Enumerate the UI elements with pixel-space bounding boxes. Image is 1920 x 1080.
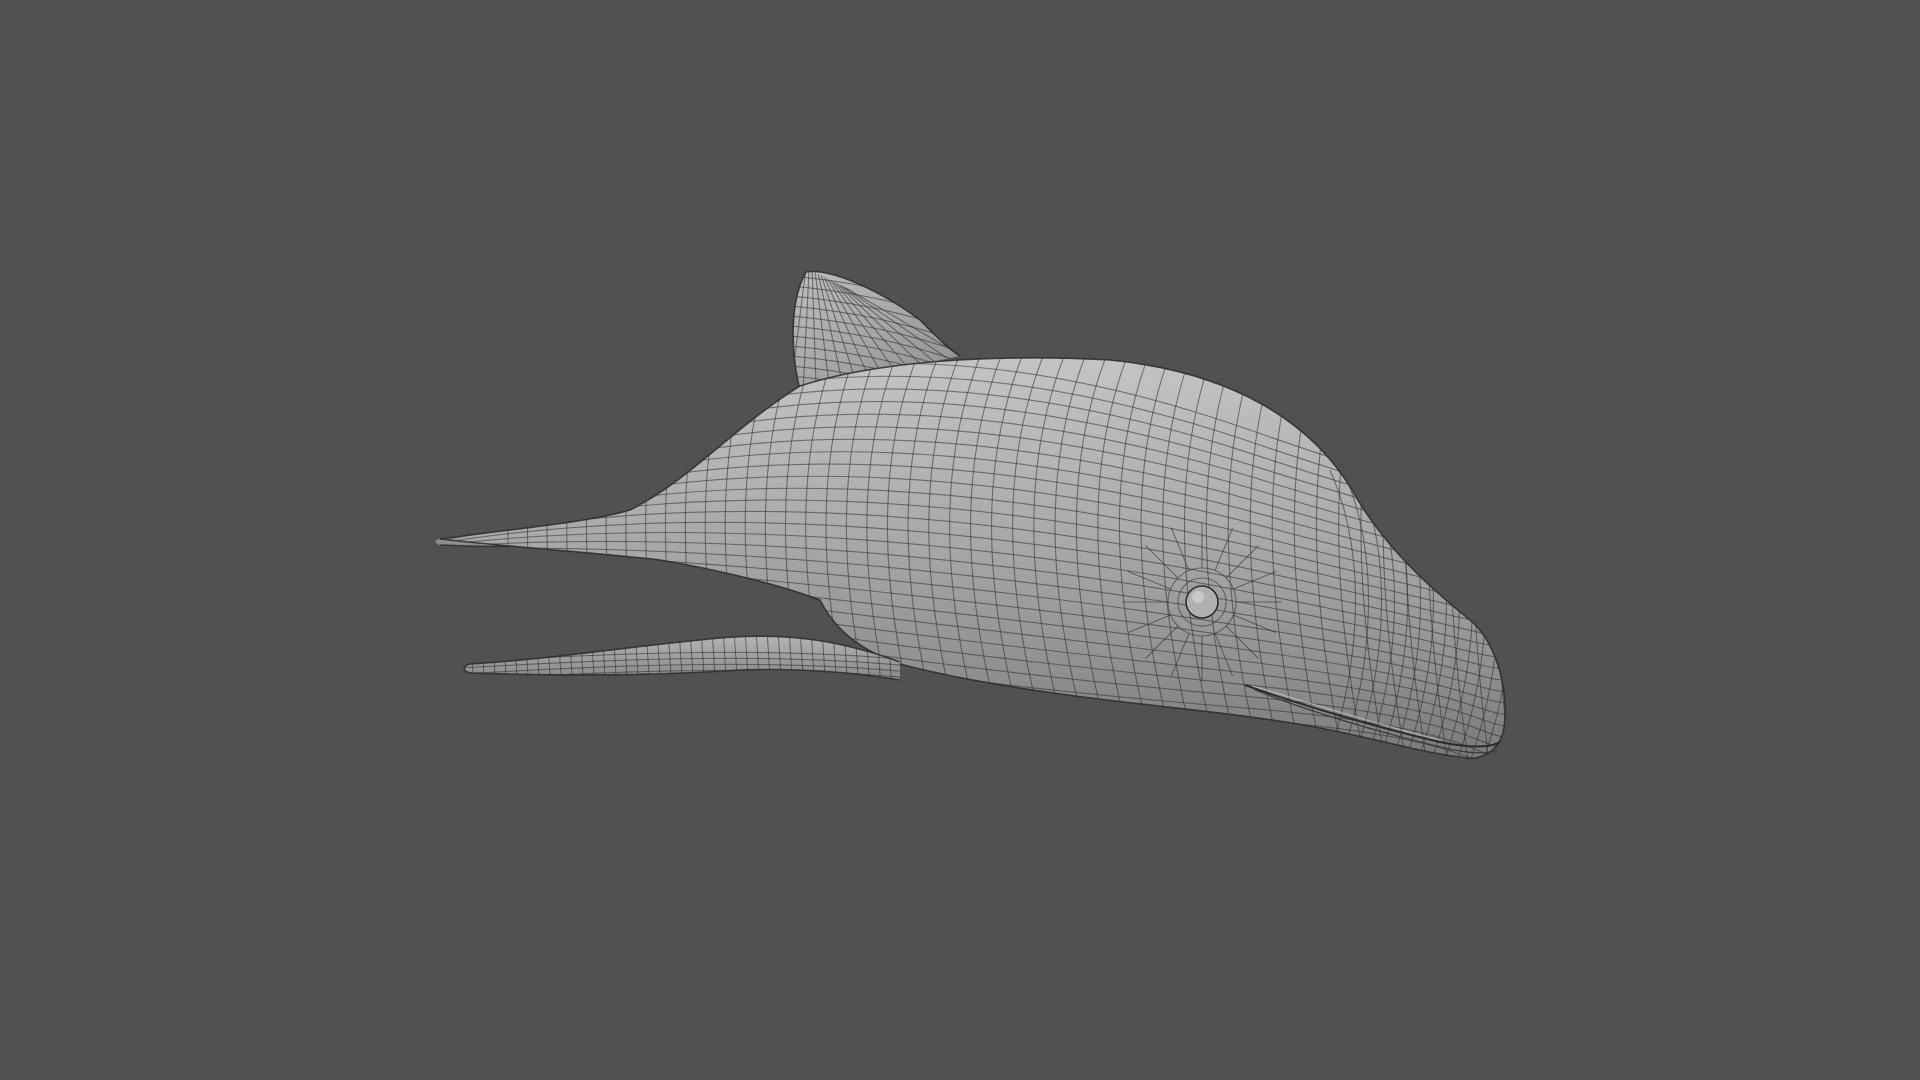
dolphin-eye xyxy=(1167,567,1237,637)
viewport-canvas[interactable] xyxy=(0,0,1920,1080)
dolphin-body xyxy=(439,357,1506,760)
pectoral-flipper xyxy=(463,635,901,681)
3d-viewport[interactable] xyxy=(0,0,1920,1080)
